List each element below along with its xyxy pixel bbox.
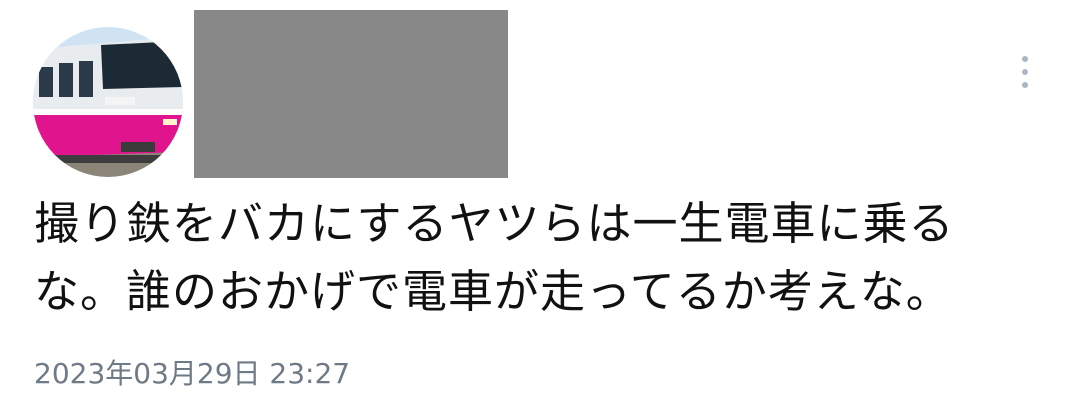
more-options-button[interactable] — [1010, 52, 1040, 92]
tweet-text-line: 撮り鉄をバカにするヤツらは一生電車に乗る — [34, 197, 955, 250]
more-vertical-icon — [1022, 69, 1028, 75]
tweet-text: 撮り鉄をバカにするヤツらは一生電車に乗る な。誰のおかげで電車が走ってるか考えな… — [34, 190, 1034, 326]
tweet-timestamp[interactable]: 2023年03月29日 23:27 — [34, 354, 350, 394]
tweet-text-line: な。誰のおかげで電車が走ってるか考えな。 — [34, 265, 952, 318]
avatar[interactable] — [33, 27, 183, 177]
more-vertical-icon — [1022, 56, 1028, 62]
train-avatar-image — [33, 27, 183, 177]
redacted-user-name — [194, 10, 508, 178]
more-vertical-icon — [1022, 82, 1028, 88]
